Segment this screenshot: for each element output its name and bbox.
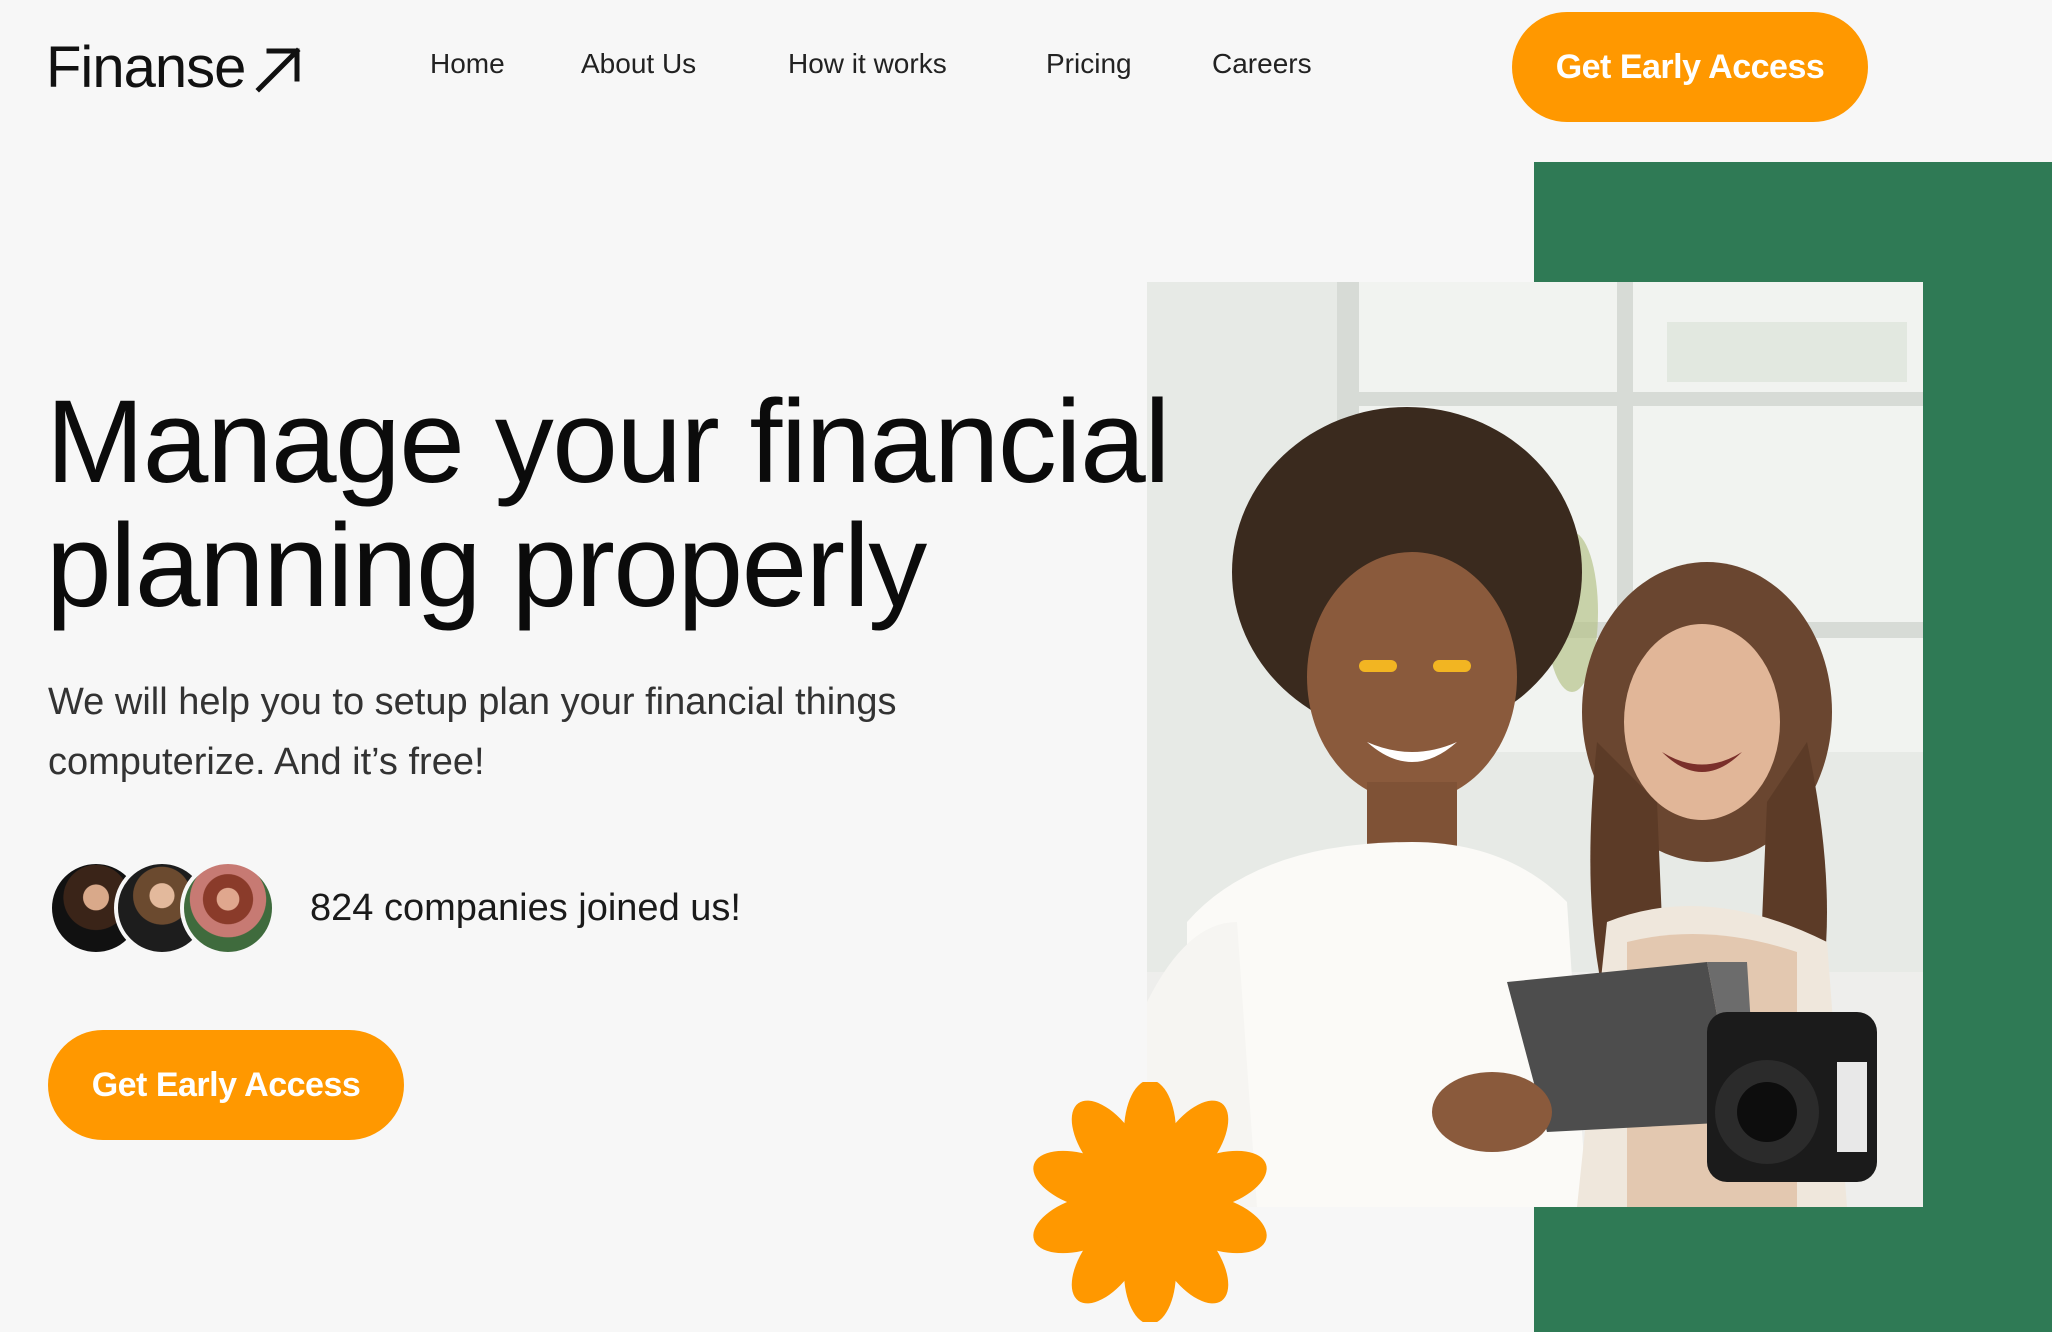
nav-link-pricing[interactable]: Pricing <box>1046 48 1132 80</box>
flower-icon <box>1030 1080 1270 1327</box>
nav-link-careers[interactable]: Careers <box>1212 48 1312 80</box>
avatar <box>180 860 276 956</box>
logo[interactable]: Finanse <box>46 34 305 101</box>
arrow-up-right-icon <box>251 41 305 95</box>
hero-headline-line-2: planning properly <box>46 500 927 632</box>
nav-link-home[interactable]: Home <box>430 48 505 80</box>
nav-link-how-it-works[interactable]: How it works <box>788 48 947 80</box>
hero-subtext: We will help you to setup plan your fina… <box>48 681 897 783</box>
get-early-access-button-nav[interactable]: Get Early Access <box>1512 12 1868 122</box>
nav-link-about-us[interactable]: About Us <box>581 48 696 80</box>
logo-text: Finanse <box>46 35 246 100</box>
social-proof: 824 companies joined us! <box>48 860 741 956</box>
avatar-group <box>48 860 276 956</box>
get-early-access-button-hero[interactable]: Get Early Access <box>48 1030 404 1140</box>
social-proof-text: 824 companies joined us! <box>310 886 741 929</box>
hero-headline-line-1: Manage your financial <box>46 376 1170 508</box>
hero-headline: Manage your financial planning properly <box>46 380 1446 628</box>
